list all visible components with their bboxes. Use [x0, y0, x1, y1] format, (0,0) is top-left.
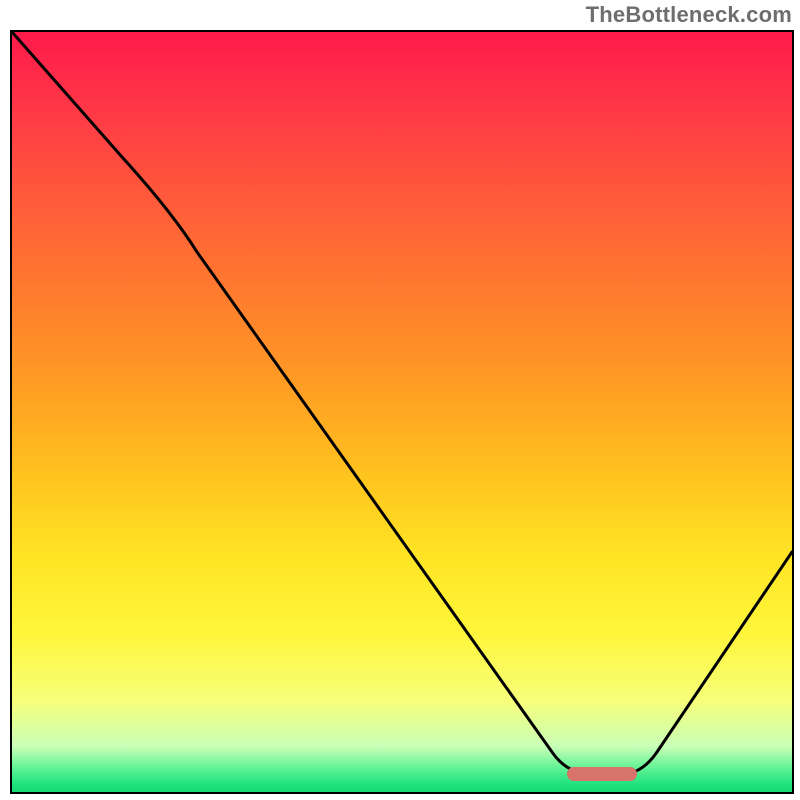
chart-container: TheBottleneck.com	[0, 0, 800, 800]
curve-path	[12, 32, 792, 774]
plot-area	[10, 30, 794, 794]
bottleneck-curve	[12, 32, 792, 792]
optimal-range-marker	[567, 767, 637, 781]
watermark-text: TheBottleneck.com	[586, 2, 792, 28]
